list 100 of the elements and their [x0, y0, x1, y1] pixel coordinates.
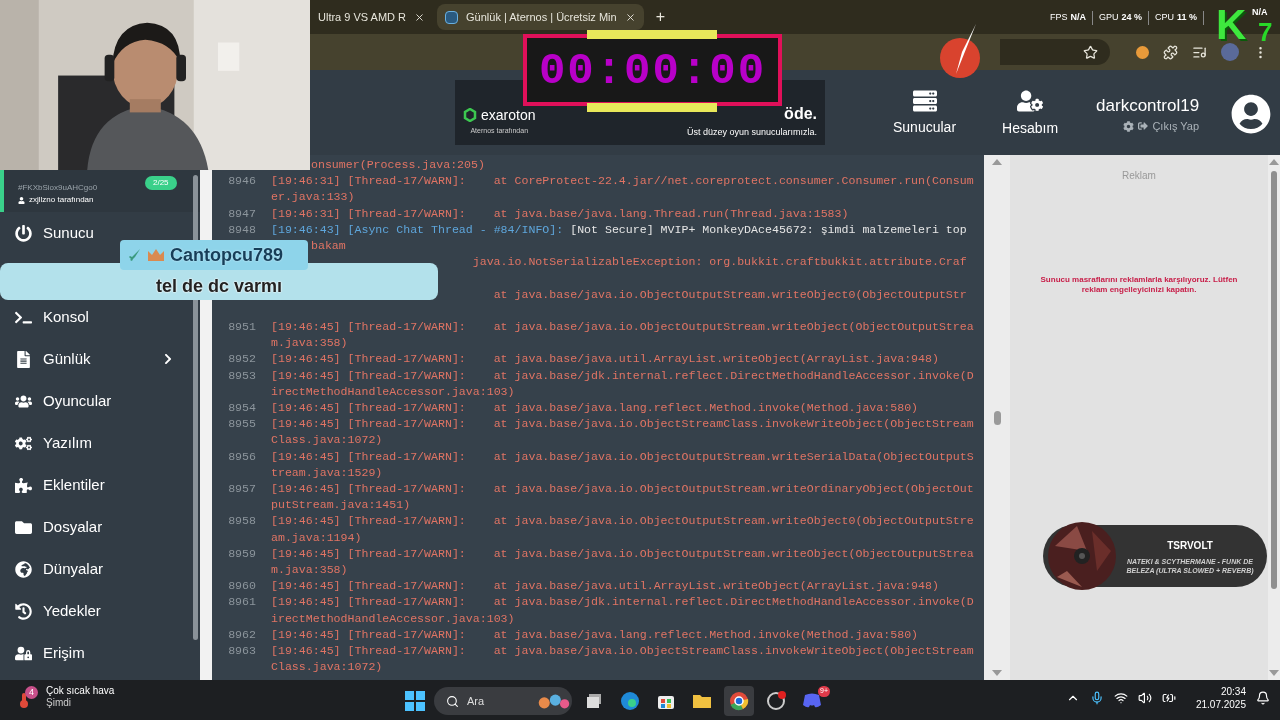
logout-icon	[1138, 121, 1149, 132]
stat-value: N/A	[1070, 11, 1086, 25]
address-bar[interactable]	[1000, 39, 1110, 65]
stat-label: GPU	[1099, 11, 1119, 25]
line-number: 8962	[228, 627, 256, 641]
logout-link[interactable]: Çıkış Yap	[1152, 118, 1200, 135]
folder-icon	[15, 518, 32, 536]
globe-icon	[15, 560, 32, 578]
log-line: [19:46:45] [Thread-17/WARN]: at java.base/java.io.ObjectOutputStream.writeObject(ObjectOutputStream.java:358)	[271, 545, 975, 579]
line-number: 8947	[228, 206, 256, 220]
sidebar-item[interactable]: Dünyalar	[0, 548, 190, 590]
extension-icon[interactable]	[1136, 45, 1149, 59]
log-line: bakam	[310, 238, 347, 254]
sidebar-item[interactable]: Oyuncular	[0, 380, 190, 422]
log-line: [19:46:31] [Thread-17/WARN]: at CoreProtect-22.4.jar//net.coreprotect.consumer.Consumer.run(Consumer.java:133)	[271, 173, 975, 206]
log-line: [19:46:45] [Thread-17/WARN]: at java.base/java.io.ObjectOutputStream.writeObject(ObjectOutputStream.java:358)	[271, 319, 975, 352]
history-icon	[15, 602, 32, 620]
avatar-icon[interactable]	[1231, 93, 1272, 134]
log-line: [19:46:45] [Thread-17/WARN]: at java.base/java.io.ObjectStreamClass.invokeWriteObject(ObjectStreamClass.java:1072)	[271, 416, 975, 449]
server-card[interactable]: #FKXbSiox9uAHCgo0 zxjllzno tarafından 2/25	[0, 170, 200, 212]
artist-name: TSRVOLT	[1167, 538, 1213, 553]
new-tab-button[interactable]: +	[647, 4, 673, 30]
adblock-notice: Sunucu masraflarını reklamlarla karşılıyoruz. Lütfen reklam engelleyicinizi kapatın.	[1039, 275, 1239, 295]
user-settings-icon	[1017, 88, 1044, 114]
battery-icon[interactable]	[1161, 691, 1176, 705]
nav-link[interactable]: Sunucular	[893, 89, 957, 138]
close-icon[interactable]	[624, 11, 636, 23]
log-line: [19:46:45] [Thread-17/WARN]: at java.base/java.io.ObjectOutputStream.writeObject0(ObjectOutputStream.java:1194)	[271, 513, 975, 546]
weather-subtitle: Şimdi	[46, 697, 72, 709]
power-icon	[15, 224, 32, 242]
sidebar-item[interactable]: Erişim	[0, 632, 190, 674]
extensions-icon[interactable]	[1163, 44, 1178, 60]
ad-label: Reklam	[1122, 169, 1156, 183]
crown-icon	[146, 247, 166, 263]
line-number: 8958	[228, 514, 256, 528]
log-line: [19:46:43] [Async Chat Thread - #84/INFO]: [Not Secure] MVIP+ MonkeyDAce45672: şimdi malzemeleri top	[271, 221, 968, 238]
stream-logo: K	[1216, 4, 1247, 46]
line-number: 8955	[228, 417, 256, 431]
log-line: [19:46:45] [Thread-17/WARN]: at java.base/java.lang.reflect.Method.invoke(Method.java:580)	[271, 400, 920, 416]
scrollbar-thumb[interactable]	[1271, 170, 1277, 589]
user-lock-icon	[15, 644, 32, 662]
close-icon[interactable]	[414, 11, 426, 23]
log-line: [19:46:45] [Thread-17/WARN]: at java.base/java.util.ArrayList.writeObject(ArrayList.java:948)	[271, 578, 940, 595]
wifi-icon[interactable]	[1113, 691, 1128, 705]
line-number: 8952	[228, 352, 256, 366]
browser-tab[interactable]: Ultra 9 VS AMD R	[310, 4, 434, 30]
stat-value: N/A	[1252, 6, 1268, 19]
log-line: [19:46:45] [Thread-17/WARN]: at java.base/java.io.ObjectStreamClass.invokeWriteObject(ObjectStreamClass.java:1072)	[271, 643, 975, 676]
document-icon	[15, 350, 32, 368]
hexagon-icon	[463, 108, 477, 122]
stat-label: FPS	[1050, 11, 1068, 25]
sidebar-item[interactable]: Eklentiler	[0, 464, 190, 506]
line-number: 8957	[228, 482, 256, 496]
settings-icon[interactable]	[1123, 120, 1135, 132]
line-number: 8956	[228, 449, 256, 463]
log-line: [19:46:45] [Thread-17/WARN]: at java.base/java.io.ObjectOutputStream.writeSerialData(ObjectOutputStream.java:1529)	[271, 448, 975, 481]
bookmark-star-icon[interactable]	[1083, 44, 1098, 60]
weather-title: Çok sıcak hava	[46, 685, 115, 697]
log-line: [19:46:45] [Thread-17/WARN]: at java.base/jdk.internal.reflect.DirectMethodHandleAccessor.invoke(DirectMethodHandleAccessor.java:103)	[271, 594, 975, 627]
weather-widget[interactable]: 4 Çok sıcak hava Şimdi	[18, 685, 115, 709]
log-line: [19:46:45] [Thread-17/WARN]: at java.base/java.lang.reflect.Method.invoke(Method.java:580)	[271, 626, 920, 643]
banner-subheading: Üst düzey oyun sunucularımızla.	[686, 125, 817, 139]
log-line: [19:46:45] [Thread-17/WARN]: at java.base/java.util.ArrayList.writeObject(ArrayList.java:948)	[271, 351, 940, 368]
banner-heading: öde.	[784, 103, 817, 124]
server-owner: zxjllzno tarafından	[29, 194, 94, 206]
log-line: [19:46:45] [Thread-17/WARN]: at java.base/java.io.ObjectOutputStream.writeOrdinaryObject(ObjectOutputStream.java:1451)	[271, 481, 975, 514]
browser-tab[interactable]: Günlük | Aternos | Ücretsiz Min	[437, 4, 644, 30]
volume-icon[interactable]	[1137, 691, 1152, 705]
log-line: [19:46:31] [Thread-17/WARN]: at java.base/java.lang.Thread.run(Thread.java:1583)	[271, 205, 850, 222]
media-icon[interactable]	[1192, 44, 1207, 60]
scrollbar-thumb[interactable]	[993, 410, 1001, 425]
clock-date[interactable]: 21.07.2025	[1195, 698, 1246, 711]
nav-link[interactable]: Hesabım	[1002, 88, 1059, 139]
notifications-icon[interactable]	[1256, 691, 1270, 705]
line-number: 8948	[228, 222, 256, 236]
user-icon	[18, 196, 25, 204]
sidebar-item[interactable]: Günlük	[0, 338, 190, 380]
line-number: 8959	[228, 546, 256, 560]
server-id: #FKXbSiox9uAHCgo0	[18, 182, 98, 194]
windows-logo-icon[interactable]	[404, 690, 426, 712]
stat-value: 11 %	[1177, 11, 1198, 25]
line-number: 8961	[228, 595, 256, 609]
line-number: 8951	[228, 320, 256, 333]
sidebar-item[interactable]: Yedekler	[0, 590, 190, 632]
sidebar-item[interactable]: Yazılım	[0, 422, 190, 464]
puzzle-icon	[15, 476, 32, 494]
sidebar-item[interactable]: Dosyalar	[0, 506, 190, 548]
line-number: 8960	[228, 579, 256, 593]
stream-logo-digit: 7	[1258, 19, 1273, 45]
sidebar-item[interactable]: Konsol	[0, 296, 190, 338]
clock-time[interactable]: 20:34	[1220, 685, 1246, 698]
chrome-icon[interactable]	[724, 686, 754, 716]
player-count-badge: 2/25	[145, 176, 177, 190]
server-icon	[912, 89, 937, 113]
site-icon	[445, 10, 459, 24]
line-number: 8953	[228, 368, 256, 382]
microphone-icon[interactable]	[1089, 691, 1104, 705]
stat-value: 24 %	[1121, 11, 1143, 25]
chat-app-icon[interactable]	[802, 693, 822, 709]
search-icon	[446, 694, 459, 708]
